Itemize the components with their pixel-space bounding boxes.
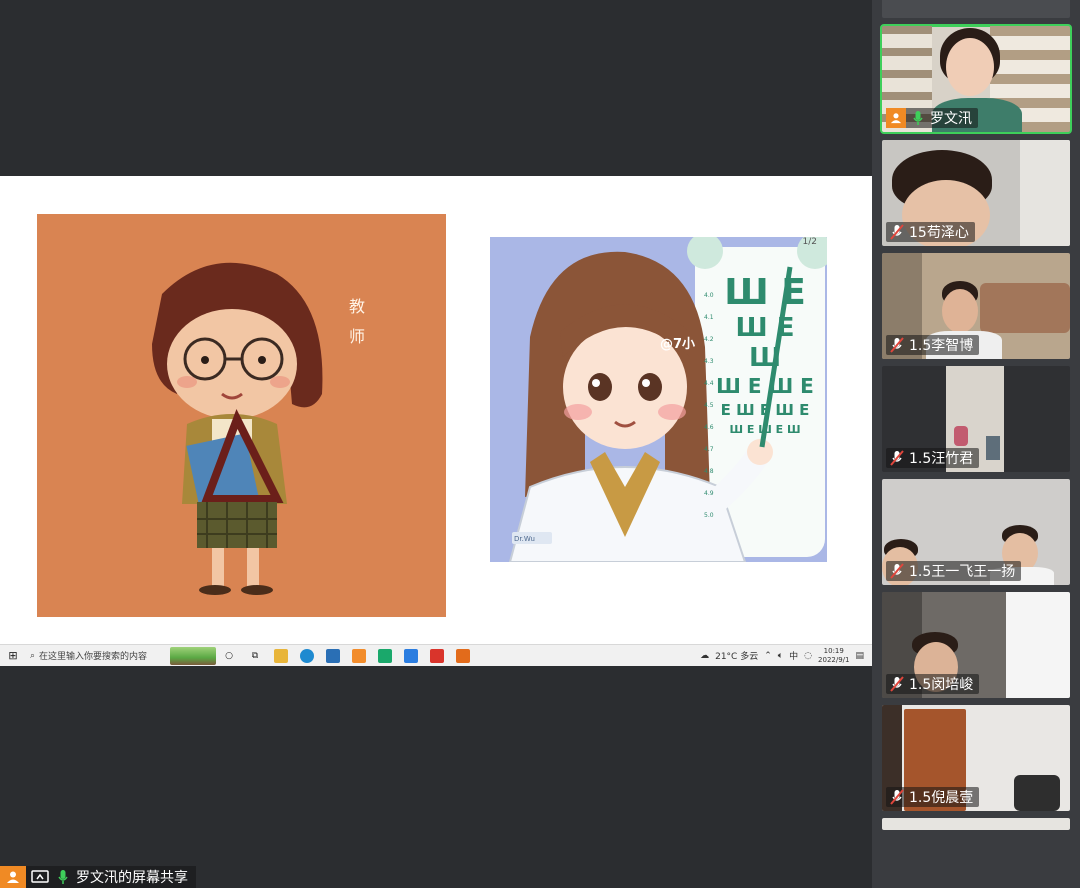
screen-share-title: 罗文汛的屏幕共享 (76, 870, 188, 886)
taskbar-search[interactable]: ⌕ 在这里输入你要搜索的内容 (26, 647, 166, 665)
eye-chart: Ш E Ш E Ш Ш E Ш E E Ш E Ш E Ш E Ш E Ш (715, 273, 815, 439)
participant-panel[interactable]: 罗文汛 15苟泽心 1.5李智博 1.5汪竹君 1.5王一飞王一扬 1.5闵培峻… (872, 0, 1080, 888)
participant-name: 1.5倪晨壹 (909, 790, 974, 806)
participant-name: 1.5闵培峻 (909, 677, 974, 693)
participant-tile[interactable]: 1.5王一飞王一扬 (882, 479, 1070, 585)
wps-icon[interactable] (430, 648, 444, 663)
cortana-icon[interactable]: ○ (222, 649, 236, 663)
eye-chart-row: Ш E Ш E Ш (729, 423, 801, 436)
search-icon: ⌕ (30, 650, 36, 661)
ime-indicator[interactable]: 中 (789, 649, 798, 662)
system-tray: ☁ 21°C 多云 ⌃ 🔈︎ 中 ◌ 10:19 2022/9/1 ▤ (700, 647, 872, 665)
windows-taskbar: ⊞ ⌕ 在这里输入你要搜索的内容 ○ ⧉ ☁ 21°C 多云 ⌃ 🔈︎ 中 ◌ (0, 644, 872, 666)
participant-name: 1.5王一飞王一扬 (909, 564, 1016, 580)
eye-chart-row: Ш E (724, 272, 806, 313)
mic-muted-icon (889, 449, 905, 467)
mic-muted-icon (889, 336, 905, 354)
participant-name-badge: 1.5李智博 (886, 335, 980, 355)
wechat-icon[interactable] (352, 648, 366, 663)
screen-share-icon (26, 866, 54, 888)
participant-tile-partial[interactable] (882, 818, 1070, 830)
eye-chart-row: E Ш E Ш E (720, 401, 810, 419)
participant-name: 1.5李智博 (909, 338, 974, 354)
doctor-illustration: Ш E Ш E Ш Ш E Ш E E Ш E Ш E Ш E Ш E Ш 4.… (490, 237, 827, 562)
participant-tile[interactable]: 1.5李智博 (882, 253, 1070, 359)
participant-tile-host[interactable]: 罗文汛 (880, 24, 1072, 134)
scale-label: 4.5 (704, 402, 714, 409)
user-avatar-icon (0, 866, 26, 888)
participant-name-badge: 1.5闵培峻 (886, 674, 980, 694)
scale-label: 4.7 (704, 446, 714, 453)
participant-tile-partial (882, 0, 1070, 18)
scale-label: 5.0 (704, 512, 714, 519)
eye-chart-row: Ш E Ш E (716, 374, 814, 398)
edge-browser-icon[interactable] (300, 648, 314, 663)
mic-muted-icon (889, 788, 905, 806)
page-indicator: 1/2 (802, 237, 817, 247)
participant-name: 1.5汪竹君 (909, 451, 974, 467)
network-icon[interactable]: ◌ (804, 651, 812, 661)
scale-label: 4.2 (704, 336, 714, 343)
taskbar-clock[interactable]: 10:19 2022/9/1 (818, 647, 849, 665)
speaker-icon[interactable]: 🔈︎ (778, 651, 783, 661)
teacher-figure (152, 262, 323, 595)
slide-label-line2: 师 (349, 327, 366, 346)
mic-muted-icon (889, 223, 905, 241)
file-explorer-icon[interactable] (274, 648, 288, 663)
eye-chart-row: Ш E Ш (735, 313, 795, 373)
notification-icon[interactable]: ▤ (855, 651, 864, 661)
mic-muted-icon (889, 562, 905, 580)
participant-name-badge: 1.5汪竹君 (886, 448, 980, 468)
participant-tile[interactable]: 1.5汪竹君 (882, 366, 1070, 472)
mic-on-icon (54, 866, 72, 888)
participant-tile[interactable]: 15苟泽心 (882, 140, 1070, 246)
mic-on-icon (910, 109, 926, 127)
scale-label: 4.3 (704, 358, 714, 365)
scale-label: 4.4 (704, 380, 714, 387)
scale-label: 4.8 (704, 468, 714, 475)
participant-tile[interactable]: 1.5闵培峻 (882, 592, 1070, 698)
windows-start-icon[interactable]: ⊞ (6, 649, 20, 663)
app-green-icon[interactable] (378, 648, 392, 663)
screen-share-label: 罗文汛的屏幕共享 (0, 866, 196, 888)
clock-time: 10:19 (823, 646, 844, 655)
scale-label: 4.1 (704, 314, 714, 321)
tray-chevron-icon[interactable]: ⌃ (764, 651, 772, 661)
slides-app-icon[interactable] (456, 648, 470, 663)
mail-icon[interactable] (326, 648, 340, 663)
weather-text[interactable]: 21°C 多云 (715, 649, 758, 662)
doctor-watermark: @7小 (660, 337, 696, 352)
weather-icon: ☁ (700, 650, 710, 661)
scale-label: 4.6 (704, 424, 714, 431)
task-view-icon[interactable]: ⧉ (248, 649, 262, 663)
eye-chart-scale: 4.0 4.1 4.2 4.3 4.4 4.5 4.6 4.7 4.8 4.9 … (704, 285, 714, 527)
scale-label: 4.9 (704, 490, 714, 497)
participant-name: 15苟泽心 (909, 225, 969, 241)
mic-muted-icon (889, 675, 905, 693)
main-stage: 教 师 Ш E Ш E Ш Ш E Ш E E Ш E Ш E Ш E Ш E … (0, 0, 872, 888)
teacher-illustration: 教 师 (37, 214, 446, 617)
shared-screen: 教 师 Ш E Ш E Ш Ш E Ш E E Ш E Ш E Ш E Ш E … (0, 176, 872, 666)
participant-name-badge: 15苟泽心 (886, 222, 975, 242)
participant-name-badge: 罗文汛 (886, 108, 978, 128)
meeting-app-icon[interactable] (404, 648, 418, 663)
participant-name-badge: 1.5王一飞王一扬 (886, 561, 1022, 581)
participant-tile[interactable]: 1.5倪晨壹 (882, 705, 1070, 811)
participant-name-badge: 1.5倪晨壹 (886, 787, 980, 807)
doctor-badge: Dr.Wu (514, 535, 535, 543)
search-highlight-image (170, 646, 216, 665)
slide-label-line1: 教 (349, 297, 366, 316)
search-placeholder: 在这里输入你要搜索的内容 (39, 652, 148, 662)
clock-date: 2022/9/1 (818, 655, 850, 664)
host-avatar-icon (886, 108, 906, 128)
participant-name: 罗文汛 (930, 111, 972, 127)
scale-label: 4.0 (704, 292, 714, 299)
